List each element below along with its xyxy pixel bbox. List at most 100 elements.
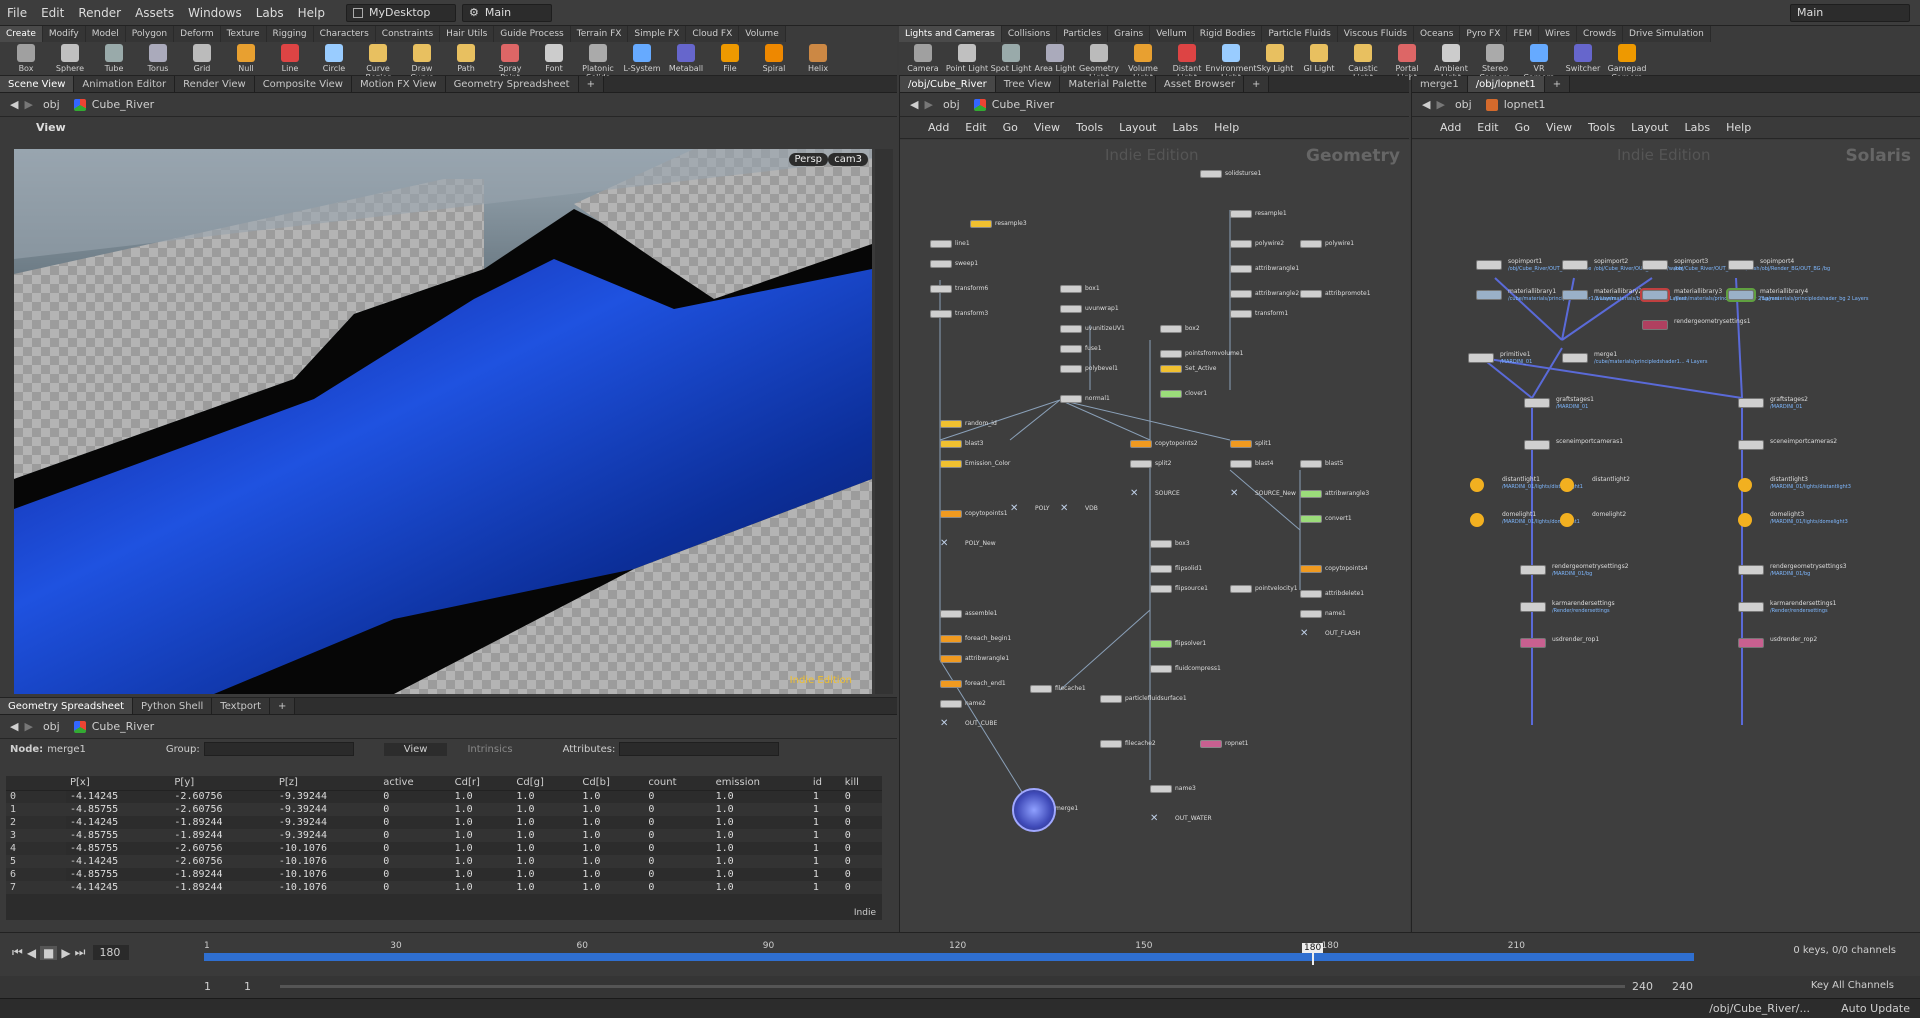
lop-node[interactable] bbox=[1562, 290, 1588, 300]
network-node[interactable] bbox=[1060, 395, 1082, 403]
shelf-tab[interactable]: Oceans bbox=[1413, 26, 1461, 42]
back-icon[interactable]: ◀ bbox=[10, 720, 18, 733]
current-frame-field[interactable]: 180 bbox=[93, 945, 130, 960]
forward-icon[interactable]: ▶ bbox=[24, 98, 32, 111]
network-node[interactable] bbox=[1060, 305, 1082, 313]
add-tab-icon[interactable]: + bbox=[578, 76, 604, 92]
network-node[interactable] bbox=[930, 240, 952, 248]
network-node[interactable] bbox=[1160, 365, 1182, 373]
menu-edit[interactable]: Edit bbox=[34, 6, 71, 20]
pane-tab[interactable]: Scene View bbox=[0, 76, 75, 92]
pane-tab[interactable]: Tree View bbox=[995, 76, 1061, 92]
network-node[interactable] bbox=[1230, 210, 1252, 218]
path-root[interactable]: obj bbox=[43, 720, 60, 733]
network-node[interactable] bbox=[1060, 285, 1082, 293]
network-node[interactable]: ✕ bbox=[1010, 504, 1032, 514]
network-node[interactable] bbox=[1060, 325, 1082, 333]
range-start[interactable]: 1 bbox=[204, 980, 211, 993]
network-center-canvas[interactable]: Indie Edition Geometry solidsturse1 resa… bbox=[900, 140, 1410, 932]
network-menu-item[interactable]: View bbox=[1026, 121, 1068, 134]
lop-node[interactable] bbox=[1738, 440, 1764, 450]
shelf-tab[interactable]: Texture bbox=[220, 26, 267, 42]
range-end[interactable]: 240 bbox=[1632, 980, 1653, 993]
network-menu-item[interactable]: View bbox=[1538, 121, 1580, 134]
light-node[interactable] bbox=[1560, 478, 1574, 492]
shelf-tab[interactable]: Simple FX bbox=[628, 26, 687, 42]
path-root[interactable]: obj bbox=[43, 98, 60, 111]
lop-node[interactable] bbox=[1476, 290, 1502, 300]
network-node[interactable] bbox=[1100, 740, 1122, 748]
add-tab-icon[interactable]: + bbox=[270, 698, 296, 714]
network-menu-item[interactable]: Add bbox=[920, 121, 957, 134]
shelf-tab[interactable]: Characters bbox=[313, 26, 376, 42]
pane-tab[interactable]: Material Palette bbox=[1060, 76, 1156, 92]
table-row[interactable]: 3 -4.85755 -1.89244 -9.39244 0 1.0 1.0 1.0 0 1.0 1… bbox=[6, 829, 882, 842]
network-node[interactable] bbox=[940, 655, 962, 663]
network-node[interactable] bbox=[940, 610, 962, 618]
range-slider[interactable] bbox=[280, 985, 1625, 988]
lop-node[interactable] bbox=[1726, 288, 1756, 302]
light-node[interactable] bbox=[1470, 478, 1484, 492]
back-icon[interactable]: ◀ bbox=[910, 98, 918, 111]
table-row[interactable]: 0 -4.14245 -2.60756 -9.39244 0 1.0 1.0 1.0 0 1.0 1… bbox=[6, 790, 882, 803]
column-header[interactable]: P[x] bbox=[66, 776, 171, 791]
session-select[interactable]: ⚙ Main bbox=[462, 3, 552, 22]
path-root[interactable]: obj bbox=[1455, 98, 1472, 111]
shelf-tab[interactable]: Vellum bbox=[1150, 26, 1194, 42]
network-node[interactable] bbox=[940, 510, 962, 518]
network-node[interactable] bbox=[940, 700, 962, 708]
view-button[interactable]: View bbox=[383, 742, 448, 756]
network-node[interactable] bbox=[1200, 170, 1222, 178]
network-right-canvas[interactable]: Indie Edition Solaris sopimport1/obj/Cub… bbox=[1412, 140, 1920, 932]
forward-icon[interactable]: ▶ bbox=[24, 720, 32, 733]
network-node[interactable] bbox=[1230, 240, 1252, 248]
lop-node[interactable] bbox=[1524, 440, 1550, 450]
network-node[interactable] bbox=[970, 220, 992, 228]
network-node[interactable] bbox=[930, 310, 952, 318]
range-start2[interactable]: 1 bbox=[244, 980, 251, 993]
shelf-tab[interactable]: Lights and Cameras bbox=[899, 26, 1002, 42]
menu-help[interactable]: Help bbox=[291, 6, 332, 20]
column-header[interactable]: active bbox=[379, 776, 451, 791]
shelf-tab[interactable]: Deform bbox=[174, 26, 221, 42]
network-menu-item[interactable]: Tools bbox=[1580, 121, 1623, 134]
table-row[interactable]: 6 -4.85755 -1.89244 -10.1076 0 1.0 1.0 1.0 0 1.0 1… bbox=[6, 868, 882, 881]
network-node[interactable]: ✕ bbox=[1230, 489, 1252, 499]
persp-button[interactable]: Persp bbox=[788, 153, 828, 166]
network-node[interactable] bbox=[940, 420, 962, 428]
shelf-tab[interactable]: Hair Utils bbox=[440, 26, 495, 42]
network-node[interactable]: ✕ bbox=[1130, 489, 1152, 499]
light-node[interactable] bbox=[1738, 513, 1752, 527]
shelf-tab[interactable]: Crowds bbox=[1576, 26, 1624, 42]
pane-tab[interactable]: Geometry Spreadsheet bbox=[445, 76, 579, 92]
network-menu-item[interactable]: Labs bbox=[1165, 121, 1207, 134]
column-header[interactable]: kill bbox=[840, 776, 882, 791]
network-node[interactable] bbox=[930, 260, 952, 268]
shelf-tab[interactable]: Rigging bbox=[266, 26, 314, 42]
network-node[interactable]: ✕ bbox=[1060, 504, 1082, 514]
menu-labs[interactable]: Labs bbox=[249, 6, 291, 20]
shelf-tab[interactable]: Guide Process bbox=[494, 26, 571, 42]
shelf-tab[interactable]: Create bbox=[0, 26, 43, 42]
shelf-tab[interactable]: Model bbox=[85, 26, 126, 42]
pane-tab[interactable]: merge1 bbox=[1412, 76, 1468, 92]
network-node[interactable] bbox=[1230, 585, 1252, 593]
lop-node[interactable] bbox=[1738, 565, 1764, 575]
menu-windows[interactable]: Windows bbox=[181, 6, 249, 20]
shelf-tab[interactable]: Volume bbox=[739, 26, 786, 42]
pane-tab[interactable]: Composite View bbox=[254, 76, 352, 92]
network-menu-item[interactable]: Layout bbox=[1111, 121, 1164, 134]
shelf-tab[interactable]: Polygon bbox=[125, 26, 175, 42]
forward-icon[interactable]: ▶ bbox=[924, 98, 932, 111]
column-header[interactable]: Cd[g] bbox=[512, 776, 579, 791]
forward-icon[interactable]: ▶ bbox=[1436, 98, 1444, 111]
viewport-3d[interactable]: Persp cam3 Indie Edition bbox=[14, 149, 872, 694]
light-node[interactable] bbox=[1560, 513, 1574, 527]
column-header[interactable]: Cd[r] bbox=[450, 776, 513, 791]
lop-node[interactable] bbox=[1562, 353, 1588, 363]
column-header[interactable]: count bbox=[644, 776, 712, 791]
network-node[interactable]: ✕ bbox=[940, 539, 962, 549]
add-tab-icon[interactable]: + bbox=[1544, 76, 1571, 92]
path-node[interactable]: Cube_River bbox=[992, 98, 1054, 111]
network-node[interactable] bbox=[1160, 350, 1182, 358]
